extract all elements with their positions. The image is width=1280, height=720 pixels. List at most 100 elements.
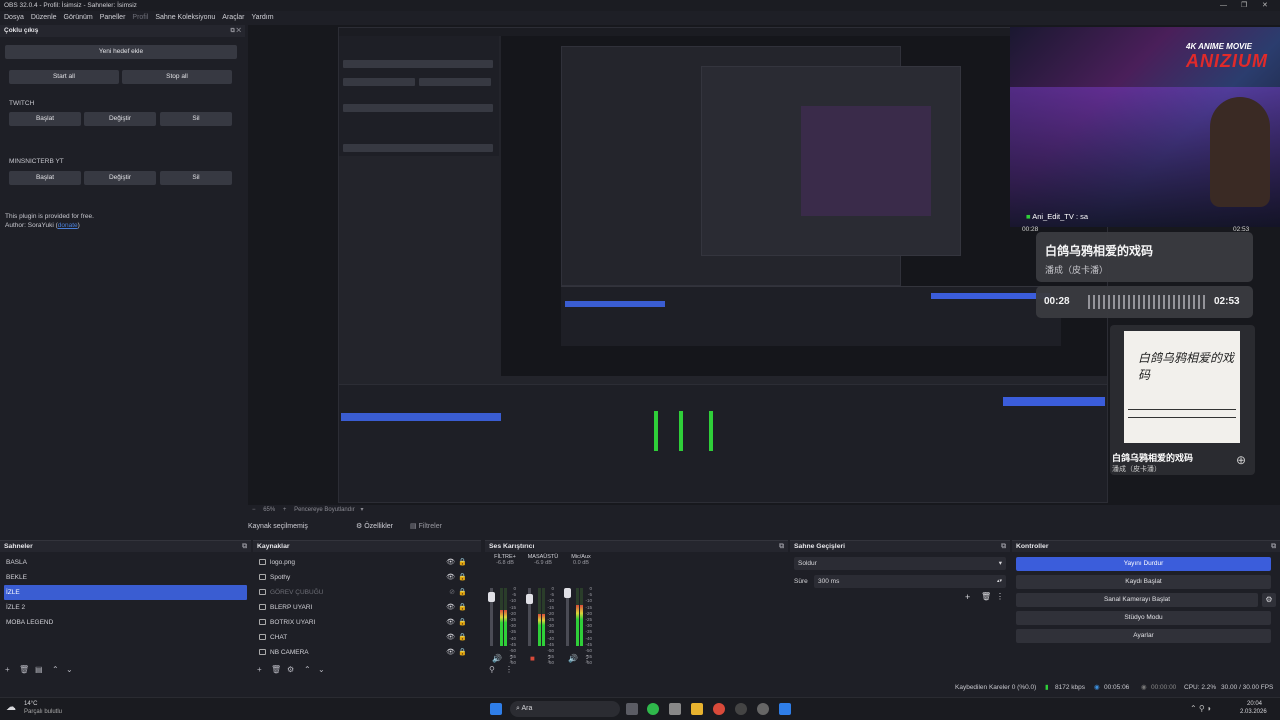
dock-menu-icon[interactable]: ⧉ (1271, 541, 1276, 553)
obs-icon[interactable] (735, 703, 747, 715)
speaker-icon[interactable]: 🔊 (568, 654, 578, 663)
maximize-icon[interactable]: ❐ (1241, 0, 1247, 11)
speaker-icon[interactable]: 🔊 (492, 654, 502, 663)
visibility-icon[interactable]: 👁 (446, 630, 455, 645)
source-item[interactable]: BOTRIX UYARI 👁 🔒 (257, 615, 473, 630)
visibility-icon[interactable]: 👁 (446, 600, 455, 615)
lock-icon[interactable]: 🔒 (458, 600, 467, 615)
studio-mode-button[interactable]: Stüdyo Modu (1016, 611, 1271, 625)
more-icon[interactable]: ⋮ (505, 665, 513, 674)
menu-file[interactable]: Dosya (4, 11, 24, 24)
source-item[interactable]: logo.png 👁 🔒 (257, 555, 473, 570)
dock-float-icon[interactable]: ⧉ ✕ (230, 25, 241, 37)
start-recording-button[interactable]: Kaydı Başlat (1016, 575, 1271, 589)
menu-edit[interactable]: Düzenle (31, 11, 57, 24)
close-icon[interactable]: ✕ (1262, 0, 1268, 11)
more-icon[interactable]: ⋮ (545, 654, 553, 663)
lock-icon[interactable]: 🔒 (458, 630, 467, 645)
stop-stream-button[interactable]: Yayını Durdur (1016, 557, 1271, 571)
fader-knob[interactable] (488, 592, 495, 602)
twitch-start-button[interactable]: Başlat (9, 112, 81, 126)
lock-icon[interactable]: 🔒 (458, 615, 467, 630)
visibility-icon[interactable]: 👁 (446, 615, 455, 630)
source-item[interactable]: Spothy 👁 🔒 (257, 570, 473, 585)
volume-fader[interactable] (564, 588, 571, 646)
dock-menu-icon[interactable]: ⧉ (1001, 541, 1006, 553)
trash-icon[interactable]: 🗑 (981, 592, 991, 601)
lock-icon[interactable]: 🔒 (458, 570, 467, 585)
tray-icons[interactable]: ⌃ ⚲ ◗ (1190, 704, 1212, 713)
chevron-down-icon[interactable]: ▾ (360, 507, 363, 513)
fader-knob[interactable] (526, 594, 533, 604)
scene-item[interactable]: İZLE 2 (4, 600, 247, 615)
windows-start-icon[interactable] (490, 703, 502, 715)
menu-help[interactable]: Yardım (251, 11, 273, 24)
fader-knob[interactable] (564, 588, 571, 598)
xbox-icon[interactable] (647, 703, 659, 715)
donate-link[interactable]: donate (58, 222, 78, 229)
visibility-icon[interactable]: 👁 (446, 645, 455, 660)
lock-icon[interactable]: 🔒 (458, 555, 467, 570)
add-target-button[interactable]: Yeni hedef ekle (5, 45, 237, 59)
stepper-icon[interactable]: ▴▾ (997, 575, 1002, 588)
menu-docks[interactable]: Paneller (100, 11, 126, 24)
source-item[interactable]: BLERP UYARI 👁 🔒 (257, 600, 473, 615)
volume-fader[interactable] (488, 588, 495, 646)
move-down-icon[interactable]: ⌄ (66, 665, 73, 674)
filters-button[interactable]: ▤ Filtreler (410, 519, 442, 534)
settings-button[interactable]: Ayarlar (1016, 629, 1271, 643)
gear-icon[interactable]: ⚙ (287, 665, 294, 674)
menu-tools[interactable]: Araçlar (222, 11, 244, 24)
move-up-icon[interactable]: ⌃ (52, 665, 59, 674)
start-all-button[interactable]: Start all (9, 70, 119, 84)
start-virtual-camera-button[interactable]: Sanal Kamerayı Başlat (1016, 593, 1258, 607)
add-icon[interactable]: ⊕ (1236, 453, 1246, 467)
settings-app-icon[interactable] (757, 703, 769, 715)
chrome-icon[interactable] (713, 703, 725, 715)
twitch-edit-button[interactable]: Değiştir (84, 112, 156, 126)
scene-item[interactable]: MOBA LEGEND (4, 615, 247, 630)
more-icon[interactable]: ⋮ (996, 592, 1004, 601)
task-view-icon[interactable] (626, 703, 638, 715)
gear-icon[interactable]: ⚙ (1262, 593, 1276, 607)
app-icon[interactable] (669, 703, 681, 715)
add-source-icon[interactable]: + (257, 665, 262, 674)
file-explorer-icon[interactable] (691, 703, 703, 715)
hidden-icon[interactable]: ⊘ (449, 585, 455, 600)
scene-item[interactable]: BEKLE (4, 570, 247, 585)
more-icon[interactable]: ⋮ (507, 654, 515, 663)
source-item[interactable]: CHAT 👁 🔒 (257, 630, 473, 645)
yt-delete-button[interactable]: Sil (160, 171, 232, 185)
duration-field[interactable]: 300 ms ▴▾ (814, 575, 1006, 588)
visibility-icon[interactable]: 👁 (446, 570, 455, 585)
resize-to-window[interactable]: Pencereye Boyutlandır (294, 507, 355, 513)
move-down-icon[interactable]: ⌄ (318, 665, 325, 674)
properties-button[interactable]: ⚙ Özellikler (356, 519, 393, 534)
dock-menu-icon[interactable]: ⧉ (779, 541, 784, 553)
visibility-icon[interactable]: 👁 (446, 555, 455, 570)
remove-source-icon[interactable]: 🗑 (271, 665, 281, 674)
menu-profile[interactable]: Profil (132, 11, 148, 24)
transition-select[interactable]: Soldur ▾ (794, 557, 1006, 570)
scene-item[interactable]: BASLA (4, 555, 247, 570)
remove-scene-icon[interactable]: 🗑 (19, 665, 29, 674)
lock-icon[interactable]: 🔒 (458, 645, 467, 660)
volume-fader[interactable] (526, 588, 533, 646)
move-up-icon[interactable]: ⌃ (304, 665, 311, 674)
lock-icon[interactable]: 🔒 (458, 585, 467, 600)
twitch-delete-button[interactable]: Sil (160, 112, 232, 126)
zoom-out-icon[interactable]: − (252, 507, 256, 513)
menu-scene-collection[interactable]: Sahne Koleksiyonu (155, 11, 215, 24)
yt-start-button[interactable]: Başlat (9, 171, 81, 185)
dock-menu-icon[interactable]: ⧉ (242, 541, 247, 553)
muted-speaker-icon[interactable]: ■ (530, 654, 535, 663)
source-item-hidden[interactable]: GÖREV ÇUBUĞU ⊘ 🔒 (257, 585, 473, 600)
filter-icon[interactable]: ▤ (35, 665, 43, 674)
scene-item-selected[interactable]: İZLE (4, 585, 247, 600)
taskbar-search[interactable]: ⌕ Ara (510, 701, 620, 717)
minimize-icon[interactable]: — (1220, 0, 1227, 11)
store-icon[interactable] (779, 703, 791, 715)
add-scene-icon[interactable]: + (5, 665, 10, 674)
source-item[interactable]: NB CAMERA 👁 🔒 (257, 645, 473, 660)
stop-all-button[interactable]: Stop all (122, 70, 232, 84)
